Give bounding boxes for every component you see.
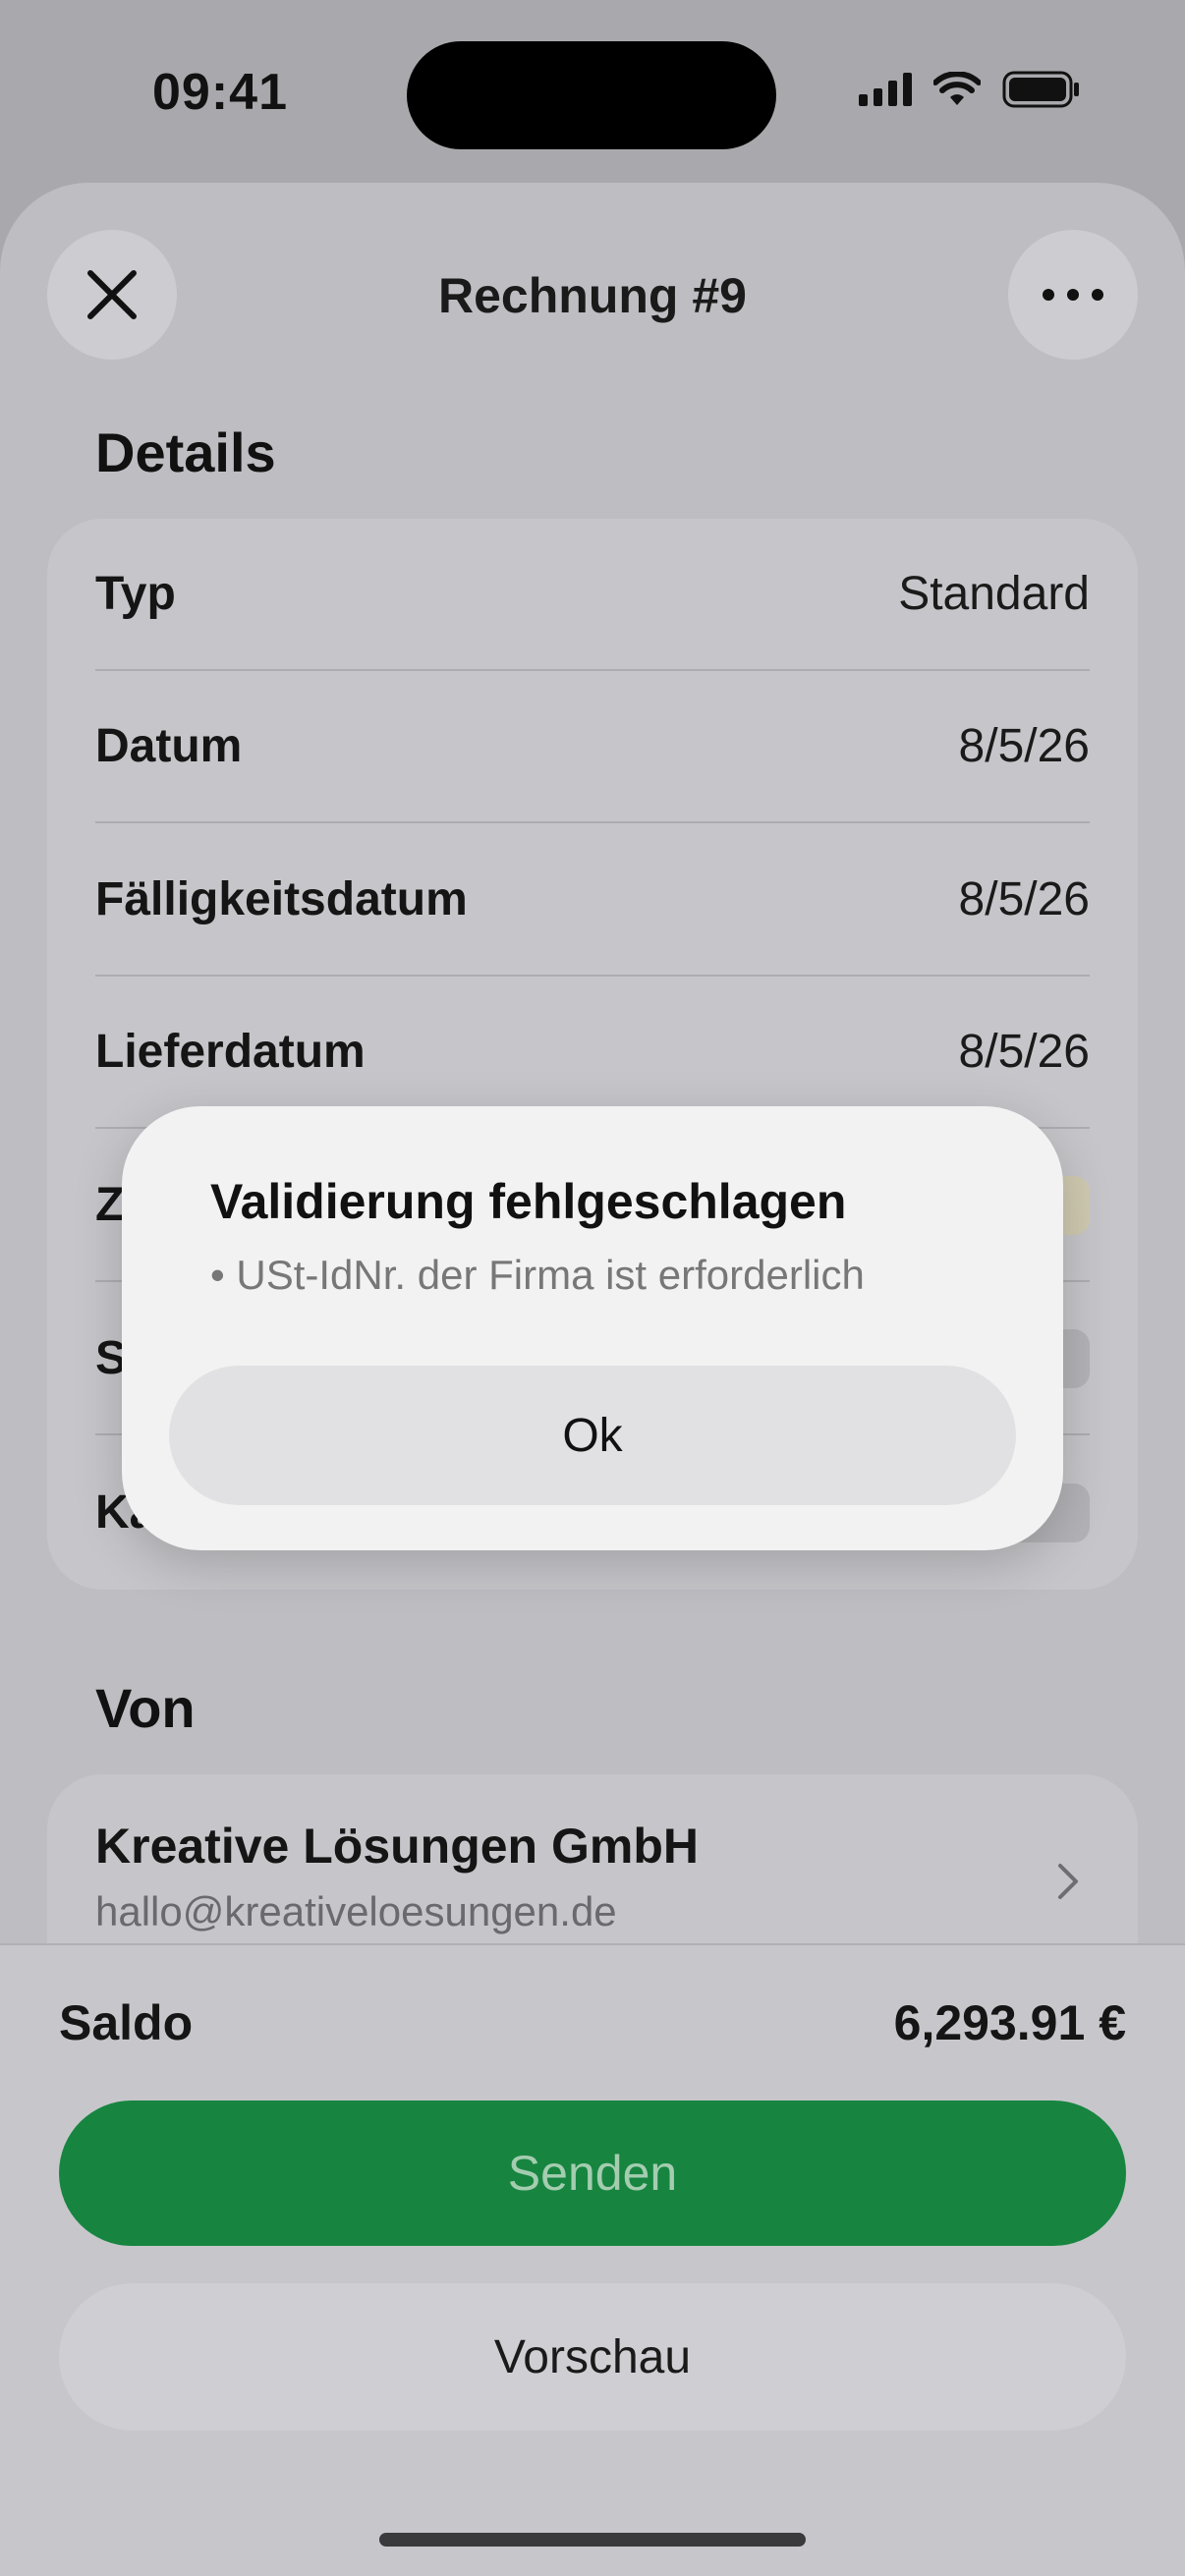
status-icons — [859, 71, 1081, 108]
validation-alert: Validierung fehlgeschlagen • USt-IdNr. d… — [122, 1106, 1063, 1550]
detail-label: Z — [95, 1179, 125, 1231]
status-time: 09:41 — [152, 64, 288, 121]
bottom-action-bar: Saldo 6,293.91 € Senden Vorschau — [0, 1943, 1185, 2576]
balance-row: Saldo 6,293.91 € — [59, 1994, 1126, 2051]
chevron-right-icon — [1058, 1864, 1078, 1899]
send-button[interactable]: Senden — [59, 2100, 1126, 2246]
balance-value: 6,293.91 € — [893, 1995, 1126, 2050]
detail-label: Fälligkeitsdatum — [95, 873, 468, 925]
more-options-button[interactable] — [1008, 230, 1138, 360]
alert-title: Validierung fehlgeschlagen — [210, 1174, 847, 1229]
alert-ok-button[interactable]: Ok — [169, 1366, 1016, 1505]
company-email: hallo@kreativeloesungen.de — [95, 1888, 617, 1934]
dynamic-island — [407, 41, 776, 149]
detail-value: 8/5/26 — [958, 720, 1090, 772]
wifi-icon — [933, 72, 981, 105]
company-name: Kreative Lösungen GmbH — [95, 1819, 699, 1874]
details-section-title: Details — [95, 421, 276, 483]
detail-label: Datum — [95, 720, 243, 772]
from-section-title: Von — [95, 1677, 196, 1739]
home-indicator[interactable] — [379, 2533, 806, 2547]
preview-button[interactable]: Vorschau — [59, 2283, 1126, 2431]
detail-label: Typ — [95, 568, 176, 620]
detail-value: 8/5/26 — [958, 873, 1090, 925]
detail-row-date[interactable]: Datum 8/5/26 — [95, 671, 1090, 823]
alert-message: • USt-IdNr. der Firma ist erforderlich — [210, 1252, 865, 1298]
detail-row-type[interactable]: Typ Standard — [95, 519, 1090, 671]
balance-label: Saldo — [59, 1995, 194, 2050]
ellipsis-icon — [1043, 289, 1103, 301]
detail-row-due-date[interactable]: Fälligkeitsdatum 8/5/26 — [95, 824, 1090, 977]
detail-value: 8/5/26 — [958, 1026, 1090, 1078]
cellular-signal-icon — [859, 73, 912, 106]
battery-icon — [1002, 71, 1079, 108]
status-bar: 09:41 — [0, 0, 1185, 187]
detail-label: Lieferdatum — [95, 1026, 366, 1078]
detail-value: Standard — [898, 568, 1090, 620]
